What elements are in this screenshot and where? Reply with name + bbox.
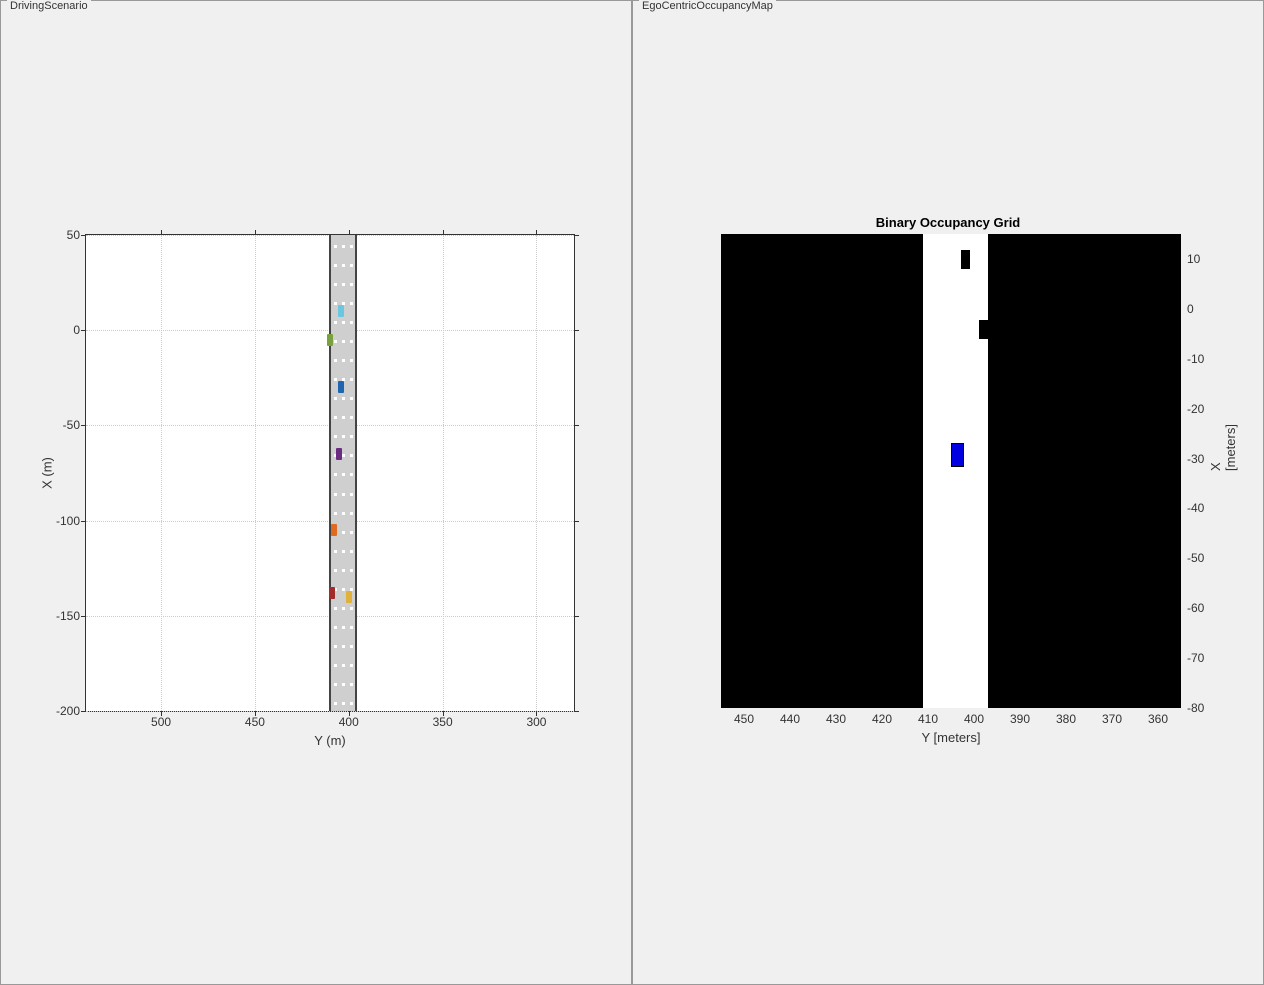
left-xtick: 300: [526, 711, 546, 729]
right-ylabel: X [meters]: [1208, 424, 1238, 471]
vehicle-marker: [329, 587, 335, 599]
right-xlabel: Y [meters]: [921, 730, 980, 745]
left-xlabel: Y (m): [314, 733, 346, 748]
left-xtick: 450: [245, 711, 265, 729]
right-xtick: 380: [1056, 708, 1076, 726]
ego-vehicle: [951, 443, 964, 467]
left-xtick: 350: [433, 711, 453, 729]
vehicle-marker: [327, 334, 333, 346]
right-ytick: -30: [1181, 452, 1204, 466]
right-xtick: 410: [918, 708, 938, 726]
vehicle-marker: [331, 524, 337, 536]
occupancy-title: Binary Occupancy Grid: [876, 215, 1021, 230]
panel-label-left: DrivingScenario: [7, 0, 91, 12]
right-xtick: 440: [780, 708, 800, 726]
right-xtick: 400: [964, 708, 984, 726]
right-ytick: -70: [1181, 651, 1204, 665]
driving-scenario-axes[interactable]: X (m) Y (m) 500-50-100-150-2005004504003…: [85, 234, 575, 712]
right-ytick: -10: [1181, 352, 1204, 366]
left-ylabel: X (m): [39, 457, 54, 489]
right-ytick: -40: [1181, 501, 1204, 515]
right-xtick: 390: [1010, 708, 1030, 726]
right-ytick: 10: [1181, 252, 1200, 266]
left-ytick: -200: [56, 704, 86, 718]
panel-driving-scenario: DrivingScenario X (m) Y (m) 500-50-100-1…: [0, 0, 632, 985]
left-ytick: 50: [67, 228, 86, 242]
vehicle-marker: [346, 591, 352, 603]
right-ytick: 0: [1181, 302, 1194, 316]
left-ytick: -50: [63, 418, 86, 432]
left-xtick: 500: [151, 711, 171, 729]
right-xtick: 450: [734, 708, 754, 726]
right-xtick: 360: [1148, 708, 1168, 726]
left-xtick: 400: [339, 711, 359, 729]
vehicle-marker: [338, 305, 344, 317]
right-xtick: 430: [826, 708, 846, 726]
panel-label-right: EgoCentricOccupancyMap: [639, 0, 776, 12]
free-space-corridor: [923, 234, 987, 708]
left-ytick: -150: [56, 609, 86, 623]
vehicle-marker: [338, 381, 344, 393]
occupied-cell: [961, 250, 970, 269]
occupancy-grid-axes[interactable]: X [meters] Y [meters] 100-10-20-30-40-50…: [721, 234, 1181, 708]
right-xtick: 420: [872, 708, 892, 726]
panel-occupancy-map: EgoCentricOccupancyMap Binary Occupancy …: [632, 0, 1264, 985]
vehicle-marker: [336, 448, 342, 460]
left-ytick: -100: [56, 514, 86, 528]
figure-container: DrivingScenario X (m) Y (m) 500-50-100-1…: [0, 0, 1264, 985]
right-ytick: -60: [1181, 601, 1204, 615]
left-ytick: 0: [73, 323, 86, 337]
right-xtick: 370: [1102, 708, 1122, 726]
right-ytick: -20: [1181, 402, 1204, 416]
occupied-cell: [979, 320, 988, 339]
right-ytick: -50: [1181, 551, 1204, 565]
right-ytick: -80: [1181, 701, 1204, 715]
